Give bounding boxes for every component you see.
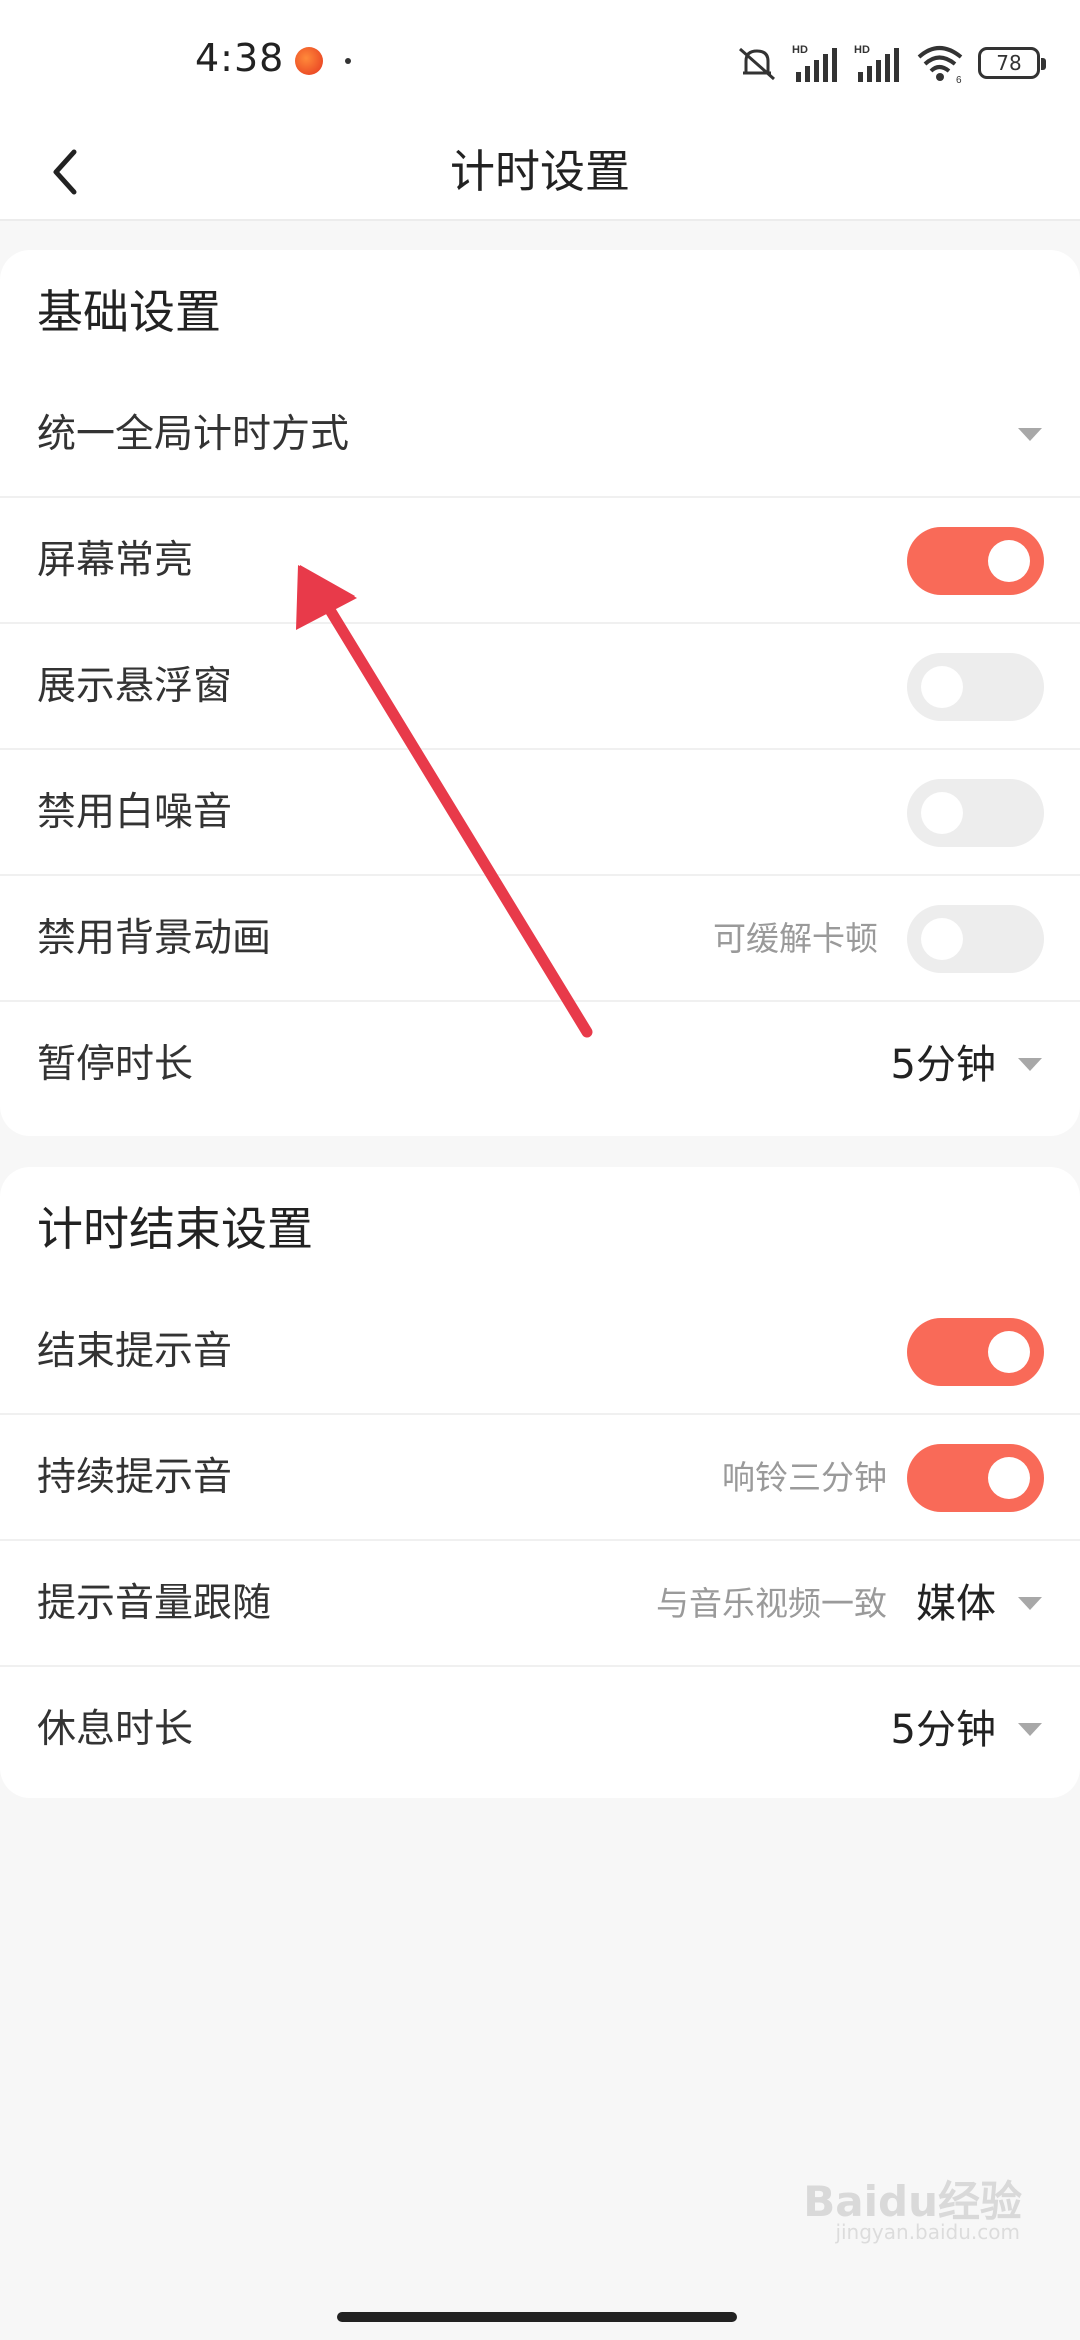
disable-white-noise-row: 禁用白噪音 [0,750,1080,876]
svg-text:HD: HD [854,44,870,56]
row-label: 屏幕常亮 [37,538,194,583]
dropdown-caret-icon [1018,1597,1042,1610]
end-sound-row: 结束提示音 [0,1289,1080,1415]
row-label: 持续提示音 [37,1455,233,1500]
page-title: 计时设置 [449,145,630,198]
rest-duration-row[interactable]: 休息时长 5分钟 [0,1667,1080,1793]
floating-window-toggle[interactable] [907,653,1044,721]
dropdown-caret-icon [1018,1723,1042,1736]
status-bar: 4:38 HD HD 6 78 [0,0,1080,125]
section-title: 基础设置 [37,285,221,339]
continuous-sound-toggle[interactable] [907,1444,1044,1512]
screen-always-on-row: 屏幕常亮 [0,498,1080,624]
home-indicator[interactable] [337,2312,737,2322]
continuous-sound-row: 持续提示音 响铃三分钟 [0,1415,1080,1541]
dropdown-caret-icon [1018,1058,1042,1071]
signal-hd-icon: HD [792,44,837,82]
row-label: 暂停时长 [37,1042,194,1087]
row-label: 提示音量跟随 [37,1581,272,1626]
basic-settings-card: 基础设置 统一全局计时方式 屏幕常亮 展示悬浮窗 禁用白噪音 禁用背景动画 可缓… [0,250,1080,1136]
svg-text:HD: HD [792,44,808,56]
row-hint: 可缓解卡顿 [713,919,878,958]
volume-follow-row[interactable]: 提示音量跟随 与音乐视频一致 媒体 [0,1541,1080,1667]
row-hint: 与音乐视频一致 [656,1584,887,1623]
status-time: 4:38 [195,36,285,80]
disable-white-noise-toggle[interactable] [907,779,1044,847]
toggle-knob [988,540,1030,582]
row-label: 统一全局计时方式 [37,412,350,457]
svg-text:6: 6 [956,75,962,83]
signal-hd-icon: HD [854,44,899,82]
row-label: 休息时长 [37,1707,194,1752]
pause-duration-row[interactable]: 暂停时长 5分钟 [0,1002,1080,1128]
rest-duration-value: 5分钟 [890,1707,996,1753]
disable-bg-animation-toggle[interactable] [907,905,1044,973]
row-label: 展示悬浮窗 [37,664,233,709]
section-title: 计时结束设置 [37,1202,313,1256]
toggle-knob [921,666,963,708]
row-hint: 响铃三分钟 [722,1458,887,1497]
dropdown-caret-icon [1018,428,1042,441]
app-notification-icon [295,47,323,75]
wifi-icon: 6 [917,46,963,83]
row-label: 禁用白噪音 [37,790,233,835]
app-header: 计时设置 [0,125,1080,221]
status-icons: HD HD 6 78 [734,38,1046,88]
toggle-knob [921,918,963,960]
pause-duration-value: 5分钟 [890,1042,996,1088]
watermark-url: jingyan.baidu.com [835,2220,1020,2244]
toggle-knob [988,1331,1030,1373]
notification-dot-icon [345,58,351,64]
end-settings-card: 计时结束设置 结束提示音 持续提示音 响铃三分钟 提示音量跟随 与音乐视频一致 … [0,1167,1080,1798]
global-timing-mode-row[interactable]: 统一全局计时方式 [0,372,1080,498]
toggle-knob [921,792,963,834]
volume-follow-value: 媒体 [916,1581,996,1627]
end-sound-toggle[interactable] [907,1318,1044,1386]
mute-icon [739,47,775,81]
disable-bg-animation-row: 禁用背景动画 可缓解卡顿 [0,876,1080,1002]
toggle-knob [988,1457,1030,1499]
screen-always-on-toggle[interactable] [907,527,1044,595]
floating-window-row: 展示悬浮窗 [0,624,1080,750]
battery-level: 78 [996,51,1022,75]
battery-icon: 78 [978,47,1046,79]
row-label: 禁用背景动画 [37,916,272,961]
row-label: 结束提示音 [37,1329,233,1374]
